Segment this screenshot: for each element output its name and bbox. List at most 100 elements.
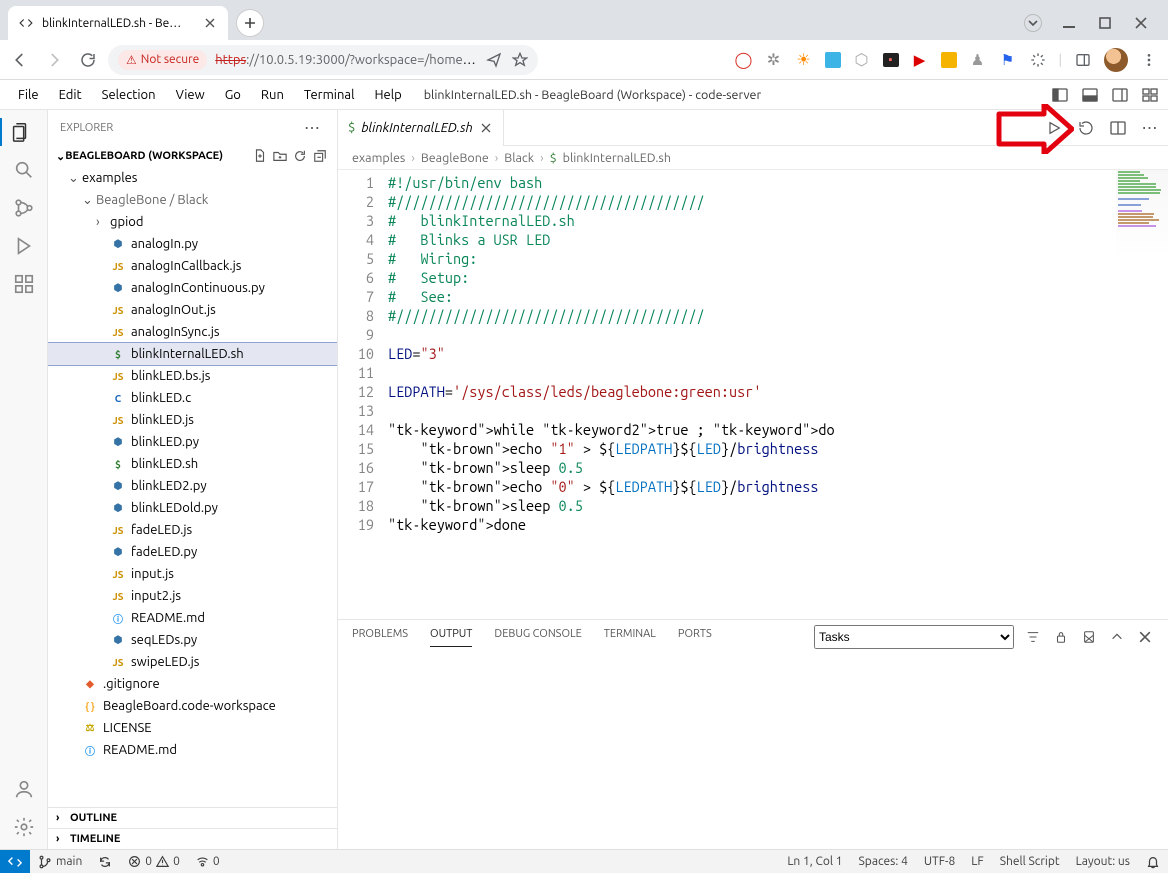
explorer-icon[interactable] [0, 118, 38, 146]
status-eol[interactable]: LF [963, 855, 991, 868]
menu-terminal[interactable]: Terminal [294, 84, 365, 106]
timeline-section[interactable]: ›TIMELINE [48, 829, 337, 849]
chevron-down-icon[interactable]: ⌄ [56, 150, 65, 163]
refresh-icon[interactable] [291, 147, 309, 165]
ext-icon[interactable]: ⬡ [853, 51, 871, 69]
status-problems[interactable]: 0 0 [120, 855, 188, 868]
window-minimize-button[interactable] [1060, 14, 1078, 32]
not-secure-badge[interactable]: Not secure [118, 50, 207, 70]
ext-icon[interactable]: ▪ [883, 53, 899, 67]
file-item[interactable]: JSanalogInSync.js [48, 321, 337, 343]
file-item[interactable]: JSblinkLED.bs.js [48, 365, 337, 387]
file-item[interactable]: ⬢analogInContinuous.py [48, 277, 337, 299]
menu-run[interactable]: Run [251, 84, 294, 106]
send-icon[interactable] [486, 52, 502, 68]
file-item[interactable]: JSfadeLED.js [48, 519, 337, 541]
panel-tab-terminal[interactable]: TERMINAL [604, 628, 656, 646]
open-timeline-icon[interactable] [1076, 118, 1096, 138]
ext-icon[interactable] [941, 52, 957, 68]
panel-tab-problems[interactable]: PROBLEMS [352, 628, 408, 646]
run-file-icon[interactable] [1044, 118, 1064, 138]
close-panel-icon[interactable] [1136, 628, 1154, 646]
breadcrumbs[interactable]: examples› BeagleBone› Black› $ blinkInte… [338, 146, 1168, 170]
ext-icon[interactable] [825, 52, 841, 68]
status-language-mode[interactable]: Shell Script [992, 855, 1068, 868]
forward-button[interactable] [44, 50, 64, 70]
status-keyboard-layout[interactable]: Layout: us [1068, 855, 1138, 868]
status-sync[interactable] [90, 855, 120, 869]
file-item[interactable]: ⬢blinkLED2.py [48, 475, 337, 497]
settings-gear-icon[interactable] [10, 813, 38, 841]
folder-item[interactable]: ⌄examples [48, 167, 337, 189]
code-content[interactable]: #!/usr/bin/env bash #///////////////////… [388, 170, 1116, 619]
menu-view[interactable]: View [166, 84, 215, 106]
layout-panel-bottom-icon[interactable] [1080, 85, 1100, 105]
file-item[interactable]: JSblinkLED.js [48, 409, 337, 431]
outline-section[interactable]: ›OUTLINE [48, 808, 337, 828]
reload-button[interactable] [78, 50, 98, 70]
file-item[interactable]: JSinput2.js [48, 585, 337, 607]
back-button[interactable] [10, 50, 30, 70]
browser-menu-icon[interactable] [1140, 51, 1158, 69]
filter-icon[interactable] [1024, 628, 1042, 646]
breadcrumb-item[interactable]: examples [352, 151, 405, 165]
breadcrumb-item[interactable]: blinkInternalLED.sh [563, 151, 671, 165]
menu-go[interactable]: Go [215, 84, 251, 106]
clear-output-icon[interactable] [1080, 628, 1098, 646]
folder-item[interactable]: ›gpiod [48, 211, 337, 233]
menu-help[interactable]: Help [364, 84, 411, 106]
side-panel-icon[interactable] [1074, 51, 1092, 69]
customize-layout-icon[interactable] [1140, 85, 1160, 105]
menu-selection[interactable]: Selection [92, 84, 166, 106]
editor-tab[interactable]: $ blinkInternalLED.sh [338, 110, 504, 146]
file-item[interactable]: JSanalogInCallback.js [48, 255, 337, 277]
file-item[interactable]: JSswipeLED.js [48, 651, 337, 673]
window-maximize-button[interactable] [1096, 14, 1114, 32]
menu-edit[interactable]: Edit [49, 84, 92, 106]
status-cursor-position[interactable]: Ln 1, Col 1 [779, 855, 850, 868]
breadcrumb-item[interactable]: BeagleBone [421, 151, 489, 165]
profile-avatar[interactable] [1104, 48, 1128, 72]
layout-sidebar-left-icon[interactable] [1050, 85, 1070, 105]
window-close-button[interactable] [1132, 14, 1150, 32]
ext-icon[interactable]: ♟ [969, 51, 987, 69]
file-item[interactable]: { }BeagleBoard.code-workspace [48, 695, 337, 717]
file-item[interactable]: ⚖LICENSE [48, 717, 337, 739]
file-item[interactable]: JSinput.js [48, 563, 337, 585]
file-item[interactable]: ⬢fadeLED.py [48, 541, 337, 563]
new-folder-icon[interactable] [271, 147, 289, 165]
panel-tab-output[interactable]: OUTPUT [430, 628, 472, 647]
split-editor-icon[interactable] [1108, 118, 1128, 138]
remote-indicator[interactable] [0, 850, 30, 873]
status-notifications-icon[interactable] [1138, 855, 1168, 869]
ext-icon[interactable]: ✲ [765, 51, 783, 69]
layout-sidebar-right-icon[interactable] [1110, 85, 1130, 105]
file-tree[interactable]: ⌄examples⌄BeagleBone / Black›gpiod ⬢analo… [48, 167, 337, 807]
ext-icon[interactable]: ◯ [735, 51, 753, 69]
new-tab-button[interactable] [236, 9, 264, 37]
folder-item[interactable]: ⌄BeagleBone / Black [48, 189, 337, 211]
explorer-more-icon[interactable]: ⋯ [300, 118, 325, 137]
search-icon[interactable] [10, 156, 38, 184]
ext-icon[interactable]: ☀ [795, 51, 813, 69]
file-item[interactable]: $blinkInternalLED.sh [48, 343, 337, 365]
close-icon[interactable] [479, 121, 493, 135]
tab-search-button[interactable] [1024, 14, 1042, 32]
breadcrumb-item[interactable]: Black [504, 151, 534, 165]
minimap[interactable] [1116, 170, 1168, 619]
panel-tab-ports[interactable]: PORTS [678, 628, 712, 646]
file-item[interactable]: ⬢blinkLED.py [48, 431, 337, 453]
file-item[interactable]: ⓘREADME.md [48, 739, 337, 761]
file-item[interactable]: ⬢blinkLEDold.py [48, 497, 337, 519]
run-debug-icon[interactable] [10, 232, 38, 260]
status-encoding[interactable]: UTF-8 [916, 855, 963, 868]
ext-icon[interactable]: ▶ [911, 51, 929, 69]
panel-tab-debug-console[interactable]: DEBUG CONSOLE [494, 628, 581, 646]
extensions-icon[interactable] [1029, 51, 1047, 69]
file-item[interactable]: ◆.gitignore [48, 673, 337, 695]
file-item[interactable]: ⓘREADME.md [48, 607, 337, 629]
bookmark-star-icon[interactable] [512, 52, 528, 68]
close-icon[interactable] [202, 15, 218, 31]
output-channel-select[interactable]: Tasks [814, 625, 1014, 649]
new-file-icon[interactable] [251, 147, 269, 165]
